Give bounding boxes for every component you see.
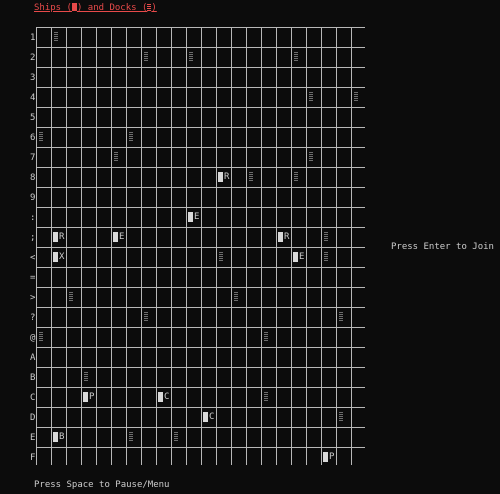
ship-icon	[158, 392, 163, 402]
dock-marker	[354, 92, 358, 102]
ship-letter: E	[194, 212, 200, 222]
dock-marker	[144, 52, 148, 62]
dock-icon	[114, 152, 118, 161]
dock-marker	[174, 432, 178, 442]
dock-marker	[234, 292, 238, 302]
ship-marker: R	[278, 232, 289, 242]
ship-letter: R	[59, 232, 65, 242]
dock-marker	[189, 52, 193, 62]
ship-icon	[323, 452, 328, 462]
dock-icon	[129, 132, 133, 141]
ship-letter: R	[224, 172, 230, 182]
ship-letter: X	[59, 252, 65, 262]
dock-icon	[39, 132, 43, 141]
dock-marker	[54, 32, 58, 42]
join-prompt: Press Enter to Join	[391, 242, 494, 252]
ship-marker: P	[323, 452, 334, 462]
ship-marker: E	[188, 212, 199, 222]
dock-marker	[249, 172, 253, 182]
dock-icon	[249, 172, 253, 181]
dock-icon	[324, 232, 328, 241]
dock-icon	[144, 312, 148, 321]
dock-icon	[309, 152, 313, 161]
dock-icon	[294, 52, 298, 61]
ship-icon	[188, 212, 193, 222]
dock-icon	[309, 92, 313, 101]
dock-marker	[219, 252, 223, 262]
title-middle: ) and Docks (	[76, 3, 148, 13]
dock-marker	[129, 132, 133, 142]
ship-letter: E	[119, 232, 125, 242]
dock-marker	[39, 132, 43, 142]
dock-icon	[144, 52, 148, 61]
ship-marker: R	[53, 232, 64, 242]
dock-marker	[129, 432, 133, 442]
dock-marker	[309, 92, 313, 102]
dock-marker	[309, 152, 313, 162]
dock-icon	[189, 52, 193, 61]
dock-icon	[264, 392, 268, 401]
dock-marker	[339, 412, 343, 422]
dock-marker	[324, 252, 328, 262]
ship-icon	[53, 232, 58, 242]
dock-marker	[114, 152, 118, 162]
ship-marker: B	[53, 432, 64, 442]
dock-marker	[294, 52, 298, 62]
dock-icon	[129, 432, 133, 441]
ship-marker: C	[158, 392, 169, 402]
ship-icon	[293, 252, 298, 262]
dock-icon	[84, 372, 88, 381]
ship-icon	[203, 412, 208, 422]
ship-letter: R	[284, 232, 290, 242]
ship-marker: E	[113, 232, 124, 242]
ship-icon	[278, 232, 283, 242]
pause-prompt: Press Space to Pause/Menu	[34, 480, 170, 490]
dock-marker	[324, 232, 328, 242]
ship-icon	[53, 432, 58, 442]
dock-marker	[339, 312, 343, 322]
dock-icon	[39, 332, 43, 341]
ship-letter: P	[329, 452, 335, 462]
dock-marker	[294, 172, 298, 182]
dock-icon	[69, 292, 73, 301]
ship-marker: P	[83, 392, 94, 402]
dock-icon	[339, 312, 343, 321]
dock-icon	[54, 32, 58, 41]
ship-marker: R	[218, 172, 229, 182]
ship-letter: B	[59, 432, 65, 442]
ship-letter: E	[299, 252, 305, 262]
ship-marker: E	[293, 252, 304, 262]
ship-icon	[53, 252, 58, 262]
dock-icon	[174, 432, 178, 441]
ship-letter: P	[89, 392, 95, 402]
dock-marker	[144, 312, 148, 322]
dock-marker	[264, 332, 268, 342]
legend-title: Ships ( ) and Docks ()	[34, 3, 157, 14]
ship-letter: C	[209, 412, 215, 422]
ship-letter: C	[164, 392, 170, 402]
dock-icon	[234, 292, 238, 301]
ship-icon	[218, 172, 223, 182]
dock-icon	[354, 92, 358, 101]
dock-icon	[324, 252, 328, 261]
ship-icon	[83, 392, 88, 402]
ship-marker: X	[53, 252, 64, 262]
dock-icon	[219, 252, 223, 261]
ship-icon	[113, 232, 118, 242]
title-prefix: Ships (	[34, 3, 72, 13]
title-suffix: )	[151, 3, 157, 13]
dock-marker	[264, 392, 268, 402]
dock-icon	[339, 412, 343, 421]
dock-marker	[39, 332, 43, 342]
dock-icon	[294, 172, 298, 181]
dock-marker	[84, 372, 88, 382]
dock-icon	[264, 332, 268, 341]
dock-marker	[69, 292, 73, 302]
ship-marker: C	[203, 412, 214, 422]
